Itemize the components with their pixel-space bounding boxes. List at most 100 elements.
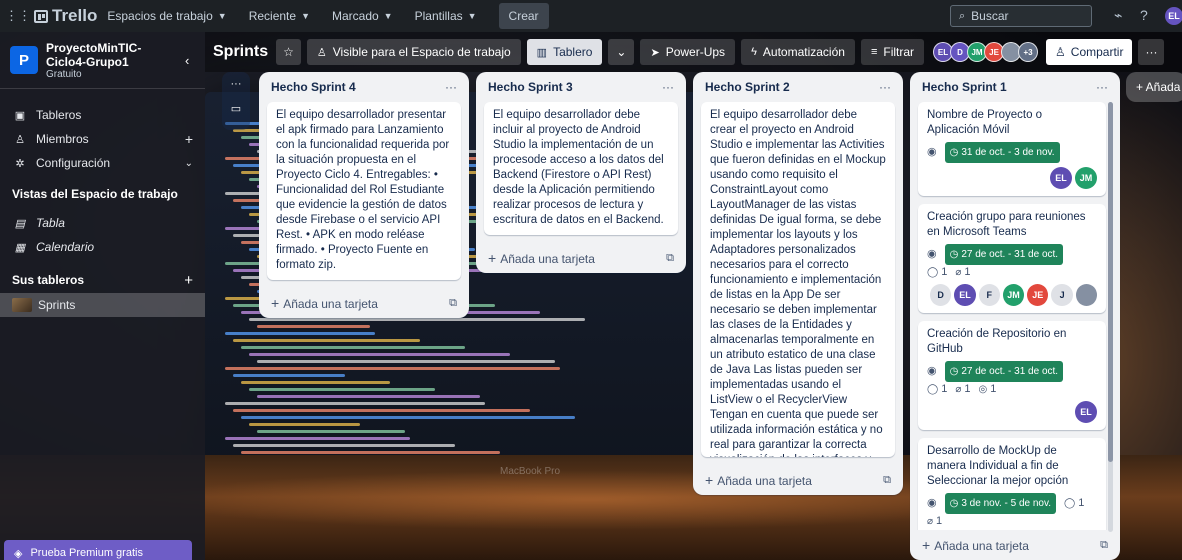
add-card-button[interactable]: + Añada una tarjeta ⧉ [693, 465, 903, 495]
create-button[interactable]: Crear [498, 3, 549, 29]
avatar[interactable]: J [1051, 284, 1073, 306]
search-placeholder: Buscar [971, 9, 1009, 23]
due-date-badge[interactable]: ◷ 27 de oct. - 31 de oct. [944, 244, 1064, 265]
view-board-button[interactable]: ▥ Tablero [526, 39, 603, 65]
list-menu-icon[interactable]: ··· [662, 80, 674, 94]
premium-trial-button[interactable]: ◈ Prueba Premium gratis [4, 540, 192, 560]
github-icon: ◎ [978, 384, 988, 395]
nav-templates[interactable]: Plantillas ▼ [415, 9, 477, 23]
avatar[interactable]: EL [1050, 167, 1072, 189]
sidebar-item-calendar[interactable]: ▦ Calendario [0, 235, 205, 259]
nav-workspaces[interactable]: Espacios de trabajo ▼ [107, 9, 226, 23]
watch-icon: ◉ [927, 248, 937, 260]
background-code-line [225, 402, 485, 405]
board-members[interactable]: EL D JM JE +3 [933, 42, 1039, 62]
nav-workspaces-label: Espacios de trabajo [107, 9, 213, 23]
list-menu-icon[interactable]: ··· [1096, 80, 1108, 94]
card-badges: ◉ ◷ 27 de oct. - 31 de oct. ◯ 1 ⌀ 1 [927, 244, 1097, 280]
user-avatar[interactable]: EL [1165, 7, 1182, 25]
workspace-name[interactable]: ProyectoMinTIC-Ciclo4-Grupo1 [46, 41, 181, 69]
comment-icon: ◯ [1064, 498, 1076, 509]
board-icon: ▣ [14, 109, 26, 122]
nav-recent[interactable]: Reciente ▼ [249, 9, 310, 23]
avatar[interactable]: JM [1002, 284, 1025, 306]
search-input[interactable]: ⌕ Buscar [950, 5, 1092, 27]
nav-starred[interactable]: Marcado ▼ [332, 9, 393, 23]
collapsed-list[interactable]: ··· ▭ [222, 72, 250, 130]
due-date-badge[interactable]: ◷ 31 de oct. - 3 de nov. [944, 142, 1060, 163]
card[interactable]: Creación grupo para reuniones en Microso… [918, 204, 1106, 313]
add-list-button[interactable]: + Añada [1126, 72, 1182, 102]
card-template-icon[interactable]: ⧉ [1100, 539, 1108, 552]
sidebar-item-members[interactable]: ♙ Miembros + [0, 127, 205, 151]
avatar[interactable]: JE [1027, 284, 1049, 306]
card[interactable]: Creación de Repositorio en GitHub ◉ ◷ 27 … [918, 321, 1106, 430]
list-header[interactable]: Hecho Sprint 4 ··· [259, 72, 469, 102]
card-template-icon[interactable]: ⧉ [666, 252, 674, 265]
powerups-button[interactable]: ➤ Power-Ups [640, 39, 736, 65]
sidebar-item-settings[interactable]: ✲ Configuración ⌄ [0, 151, 205, 175]
add-card-button[interactable]: + Añada una tarjeta ⧉ [910, 530, 1120, 560]
card-title: Nombre de Proyecto o Aplicación Móvil [927, 109, 1043, 136]
add-member-icon[interactable]: + [185, 131, 193, 147]
github-count: 1 [990, 383, 997, 395]
sidebar-item-sprints[interactable]: Sprints [0, 293, 205, 317]
nav-starred-label: Marcado [331, 9, 379, 23]
comments-count: 1 [941, 266, 948, 278]
avatar[interactable]: EL [954, 284, 976, 306]
avatar[interactable]: EL [1075, 401, 1097, 423]
background-code-line [257, 360, 555, 363]
list-menu-icon[interactable]: ··· [445, 80, 457, 94]
avatar[interactable]: JM [1075, 167, 1097, 189]
avatar[interactable]: D [930, 284, 952, 306]
view-label: Tablero [553, 45, 593, 59]
card-badges: ◉ ◷ 27 de oct. - 31 de oct. ◯ 1 ⌀ 1 ◎ 1 [927, 361, 1097, 397]
avatar[interactable] [1075, 284, 1097, 306]
card[interactable]: El equipo desarrollador debe crear el pr… [701, 102, 895, 457]
trello-logo[interactable]: Trello [34, 6, 97, 26]
card-template-icon[interactable]: ⧉ [883, 474, 891, 487]
add-card-button[interactable]: + Añada una tarjeta ⧉ [476, 243, 686, 273]
automation-button[interactable]: ϟ Automatización [741, 39, 855, 65]
list-menu-icon[interactable]: ··· [879, 80, 891, 94]
expand-list-icon[interactable]: ▭ [231, 102, 241, 115]
due-date-badge[interactable]: ◷ 27 de oct. - 31 de oct. [944, 361, 1064, 382]
list-header[interactable]: Hecho Sprint 3 ··· [476, 72, 686, 102]
avatar[interactable]: F [978, 284, 1000, 306]
member-count-badge[interactable]: +3 [1018, 42, 1039, 62]
due-date-badge[interactable]: ◷ 3 de nov. - 5 de nov. [944, 493, 1057, 514]
background-code-line [225, 332, 375, 335]
visibility-button[interactable]: ♙ Visible para el Espacio de trabajo [306, 39, 521, 65]
card[interactable]: Nombre de Proyecto o Aplicación Móvil ◉ … [918, 102, 1106, 196]
help-icon[interactable]: ? [1140, 7, 1148, 23]
star-icon: ☆ [283, 45, 294, 59]
chevron-down-icon: ⌄ [616, 45, 627, 59]
app-switcher-icon[interactable]: ⋮⋮ [5, 6, 31, 26]
list-header[interactable]: Hecho Sprint 2 ··· [693, 72, 903, 102]
notifications-icon[interactable]: ⌁ [1114, 7, 1122, 24]
share-button[interactable]: ♙ Compartir [1046, 39, 1133, 65]
premium-icon: ◈ [14, 547, 23, 560]
sidebar-item-table[interactable]: ▤ Tabla [0, 211, 205, 235]
list-title: Hecho Sprint 4 [271, 80, 356, 94]
card-title: Creación grupo para reuniones en Microso… [927, 211, 1086, 238]
list-header[interactable]: Hecho Sprint 1 ··· [910, 72, 1120, 102]
card[interactable]: El equipo desarrollador presentar el apk… [267, 102, 461, 280]
add-board-icon[interactable]: + [184, 272, 193, 289]
list-scrollbar[interactable] [1108, 102, 1113, 532]
sidebar-item-boards[interactable]: ▣ Tableros [0, 103, 205, 127]
board-title[interactable]: Sprints [213, 43, 268, 61]
background-desk-glow [140, 470, 1040, 530]
premium-label: Prueba Premium gratis [30, 547, 143, 559]
view-switcher-button[interactable]: ⌄ [608, 39, 635, 65]
add-card-button[interactable]: + Añada una tarjeta ⧉ [259, 288, 469, 318]
card-template-icon[interactable]: ⧉ [449, 297, 457, 310]
scrollbar-thumb[interactable] [1108, 102, 1113, 462]
sidebar-item-label: Tabla [36, 216, 65, 230]
filter-button[interactable]: ≡ Filtrar [860, 39, 925, 65]
chevron-down-icon: ▼ [301, 11, 310, 21]
card[interactable]: El equipo desarrollador debe incluir al … [484, 102, 678, 235]
board-menu-button[interactable]: ··· [1138, 39, 1165, 65]
star-board-button[interactable]: ☆ [276, 39, 301, 65]
collapse-sidebar-icon[interactable]: ‹ [185, 53, 189, 68]
